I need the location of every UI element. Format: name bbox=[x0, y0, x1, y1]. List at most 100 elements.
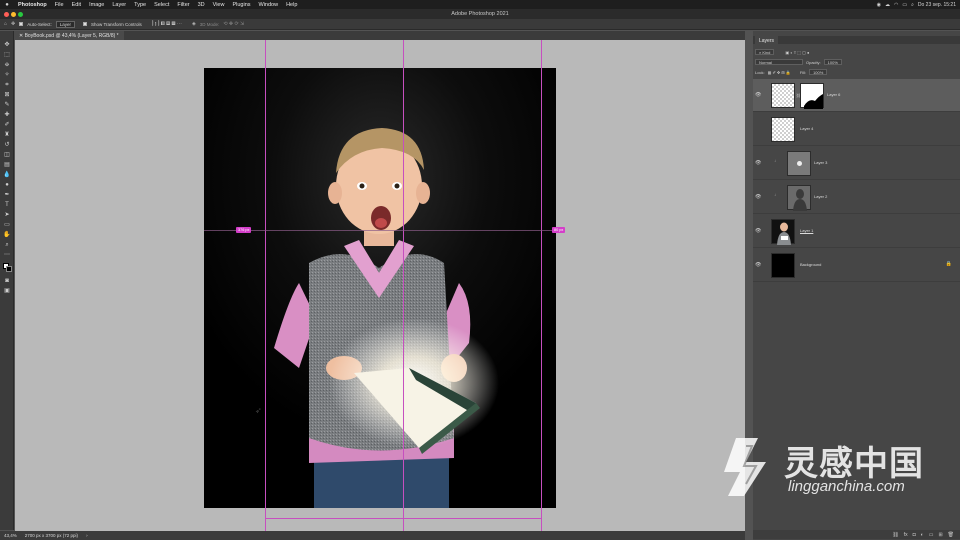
layer-row-layer-6[interactable]: 👁 ⛓ Layer 6 bbox=[753, 79, 960, 112]
brush-tool-icon[interactable]: ✐ bbox=[2, 121, 12, 129]
blend-mode-dropdown[interactable]: Normal bbox=[755, 59, 803, 65]
zoom-tool-icon[interactable]: ⌕ bbox=[2, 241, 12, 249]
3d-mode-icon[interactable]: ◈ bbox=[192, 21, 196, 27]
cloud-icon[interactable]: ☁ bbox=[885, 2, 890, 8]
fx-icon[interactable]: fx bbox=[904, 532, 908, 538]
menu-filter[interactable]: Filter bbox=[173, 2, 193, 8]
auto-select-checkbox[interactable] bbox=[19, 22, 24, 26]
menu-select[interactable]: Select bbox=[150, 2, 173, 8]
menu-edit[interactable]: Edit bbox=[68, 2, 85, 8]
color-swatches-icon[interactable] bbox=[2, 262, 12, 272]
layer-name[interactable]: Layer 1 bbox=[800, 228, 813, 233]
marquee-tool-icon[interactable]: ⬚ bbox=[2, 51, 12, 59]
quick-mask-icon[interactable]: ◙ bbox=[2, 277, 12, 285]
lock-icon[interactable]: 🔒 bbox=[946, 261, 952, 267]
fill-label: Fill: bbox=[799, 69, 807, 75]
layer-row-layer-3[interactable]: 👁 ↓ Layer 3 bbox=[753, 147, 960, 180]
opacity-field[interactable]: 100% bbox=[823, 59, 842, 65]
more-tools-icon[interactable]: ⋯ bbox=[2, 251, 12, 259]
guide-vertical-right[interactable] bbox=[541, 40, 542, 531]
path-selection-tool-icon[interactable]: ➤ bbox=[2, 211, 12, 219]
layer-name[interactable]: Background bbox=[800, 262, 821, 267]
crop-tool-icon[interactable]: ⌗ bbox=[2, 81, 12, 89]
menu-type[interactable]: Type bbox=[130, 2, 150, 8]
screen-mode-icon[interactable]: ▣ bbox=[2, 287, 12, 295]
battery-icon[interactable]: ▭ bbox=[902, 2, 907, 8]
layer-name[interactable]: Layer 6 bbox=[827, 92, 840, 97]
lasso-tool-icon[interactable]: ꝋ bbox=[2, 61, 12, 69]
menu-plugins[interactable]: Plugins bbox=[228, 2, 254, 8]
filter-icons[interactable]: ▣ ◐ T ⬚ ▢ ● bbox=[785, 50, 809, 55]
layer-row-layer-1[interactable]: 👁 Layer 1 bbox=[753, 215, 960, 248]
visibility-eye-icon[interactable]: 👁 bbox=[755, 194, 761, 200]
delete-layer-icon[interactable]: 🗑 bbox=[948, 532, 954, 538]
document-tab-label: BoyBook.psd @ 43,4% (Layer 5, RGB/8) * bbox=[24, 33, 119, 39]
history-brush-tool-icon[interactable]: ↺ bbox=[2, 141, 12, 149]
3d-mode-tools-icon[interactable]: ⟲ ✥ ⟳ ⇲ bbox=[223, 21, 244, 27]
search-icon[interactable]: ⌕ bbox=[911, 2, 914, 8]
dodge-tool-icon[interactable]: ● bbox=[2, 181, 12, 189]
layer-thumbnail bbox=[787, 185, 811, 211]
menu-file[interactable]: File bbox=[51, 2, 68, 8]
adjustment-layer-icon[interactable]: ◐ bbox=[921, 532, 924, 538]
shape-tool-icon[interactable]: ▭ bbox=[2, 221, 12, 229]
visibility-eye-icon[interactable]: 👁 bbox=[755, 92, 761, 98]
layer-name[interactable]: Layer 4 bbox=[800, 126, 813, 131]
blur-tool-icon[interactable]: 💧 bbox=[2, 171, 12, 179]
menu-3d[interactable]: 3D bbox=[194, 2, 209, 8]
healing-brush-tool-icon[interactable]: ✚ bbox=[2, 111, 12, 119]
home-icon[interactable]: ⌂ bbox=[4, 21, 7, 27]
layer-row-layer-4[interactable]: Layer 4 bbox=[753, 113, 960, 146]
tab-close-icon[interactable]: ✕ bbox=[19, 33, 23, 39]
menu-clock[interactable]: Do 23 sep. 15:21 bbox=[918, 2, 956, 8]
filter-kind-dropdown[interactable]: ⌕ Kind bbox=[755, 49, 775, 55]
visibility-eye-icon[interactable]: 👁 bbox=[755, 228, 761, 234]
document-canvas[interactable] bbox=[204, 68, 556, 508]
new-group-icon[interactable]: ▭ bbox=[929, 532, 934, 538]
new-layer-icon[interactable]: ⊞ bbox=[938, 532, 942, 538]
menu-layer[interactable]: Layer bbox=[108, 2, 130, 8]
transform-controls-checkbox[interactable] bbox=[83, 22, 88, 26]
gradient-tool-icon[interactable]: ▤ bbox=[2, 161, 12, 169]
eraser-tool-icon[interactable]: ◫ bbox=[2, 151, 12, 159]
menu-image[interactable]: Image bbox=[85, 2, 108, 8]
hand-tool-icon[interactable]: ✋ bbox=[2, 231, 12, 239]
layer-row-layer-2[interactable]: 👁 ↓ Layer 2 bbox=[753, 181, 960, 214]
guide-vertical-center[interactable] bbox=[403, 40, 404, 531]
visibility-eye-icon[interactable]: 👁 bbox=[755, 160, 761, 166]
menu-help[interactable]: Help bbox=[282, 2, 301, 8]
menu-window[interactable]: Window bbox=[255, 2, 283, 8]
pen-tool-icon[interactable]: ✒ bbox=[2, 191, 12, 199]
zoom-level[interactable]: 43,4% bbox=[4, 533, 17, 538]
layer-name[interactable]: Layer 3 bbox=[814, 160, 827, 165]
magic-wand-tool-icon[interactable]: ✧ bbox=[2, 71, 12, 79]
apple-icon[interactable]: ● bbox=[0, 2, 14, 8]
move-tool-icon[interactable]: ✥ bbox=[2, 41, 12, 49]
watermark-url-text: lingganchina.com bbox=[788, 478, 905, 495]
layer-row-background[interactable]: 👁 Background 🔒 bbox=[753, 249, 960, 282]
status-arrow-icon[interactable]: › bbox=[86, 533, 88, 538]
layer-mask-thumbnail[interactable] bbox=[800, 83, 824, 109]
auto-select-dropdown[interactable]: Layer bbox=[55, 20, 76, 28]
fill-field[interactable]: 100% bbox=[809, 69, 828, 75]
guide-horizontal-bottom[interactable] bbox=[265, 518, 541, 519]
add-mask-icon[interactable]: ◘ bbox=[913, 532, 916, 538]
align-icons[interactable]: ⫿ ⫾ ⫿ ▥ ▤ ▦ ⋯ bbox=[152, 21, 182, 27]
wifi-icon[interactable]: ◠ bbox=[894, 2, 898, 8]
visibility-eye-icon[interactable]: 👁 bbox=[755, 262, 761, 268]
menu-view[interactable]: View bbox=[209, 2, 229, 8]
clone-stamp-tool-icon[interactable]: ♜ bbox=[2, 131, 12, 139]
canvas-workspace[interactable]: 376 px 80 px ➶ bbox=[15, 40, 745, 531]
layer-name[interactable]: Layer 2 bbox=[814, 194, 827, 199]
type-tool-icon[interactable]: T bbox=[2, 201, 12, 209]
link-layers-icon[interactable]: ⛓ bbox=[892, 532, 898, 538]
move-tool-icon[interactable]: ✥ bbox=[11, 21, 15, 27]
record-icon[interactable]: ◉ bbox=[877, 2, 881, 8]
tab-layers[interactable]: Layers bbox=[755, 36, 779, 44]
frame-tool-icon[interactable]: ⊠ bbox=[2, 91, 12, 99]
lock-icons[interactable]: ▦ ✐ ✥ ⊞ 🔒 bbox=[768, 70, 791, 75]
document-tab[interactable]: ✕ BoyBook.psd @ 43,4% (Layer 5, RGB/8) * bbox=[14, 31, 124, 40]
menu-photoshop[interactable]: Photoshop bbox=[14, 2, 51, 8]
eyedropper-tool-icon[interactable]: ✎ bbox=[2, 101, 12, 109]
guide-vertical-left[interactable] bbox=[265, 40, 266, 531]
